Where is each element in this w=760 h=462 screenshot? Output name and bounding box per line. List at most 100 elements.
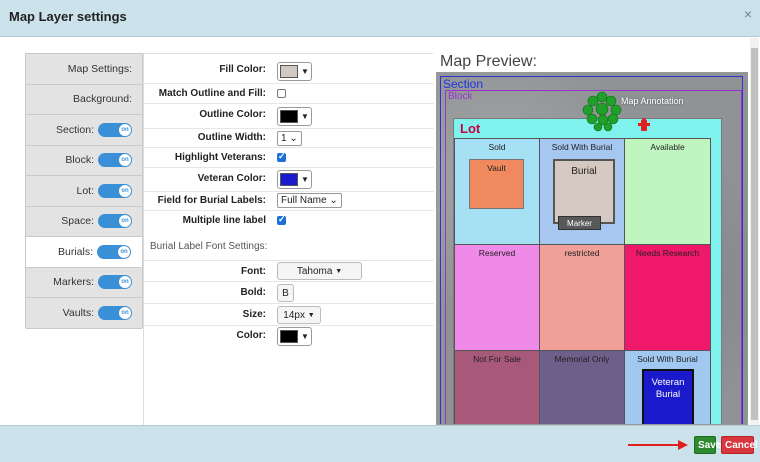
veteran-label-line1: Veteran xyxy=(651,377,685,388)
font-label: Font: xyxy=(241,266,266,277)
tab-space[interactable]: Space: on xyxy=(26,206,142,237)
highlight-veterans-row: Highlight Veterans: xyxy=(144,148,434,168)
space-cell: Sold With Burial Burial Marker xyxy=(539,138,625,245)
outline-width-select[interactable]: 1 ⌄ xyxy=(277,131,302,146)
fill-color-swatch xyxy=(280,65,298,78)
cancel-button[interactable]: Cancel xyxy=(721,436,758,454)
font-value: Tahoma xyxy=(296,265,333,277)
save-button[interactable]: Save xyxy=(694,436,721,454)
tab-label: Map Settings: xyxy=(67,62,132,75)
lot-area: Lot Sold Vault Sold With Burial Burial M… xyxy=(453,118,722,424)
tab-label: Burials: xyxy=(57,245,93,258)
caret-down-icon: ▼ xyxy=(301,175,309,184)
chevron-down-icon: ⌄ xyxy=(329,195,338,206)
map-preview-title: Map Preview: xyxy=(440,53,537,70)
bold-row: Bold: B xyxy=(144,282,434,304)
map-annotation-text: Map Annotation xyxy=(621,96,684,106)
font-color-swatch xyxy=(280,330,298,343)
caret-down-icon: ▼ xyxy=(335,267,343,275)
burial-label: Burial xyxy=(571,166,597,177)
caret-down-icon: ▼ xyxy=(301,112,309,121)
outline-color-picker[interactable]: ▼ xyxy=(277,107,312,126)
size-row: Size: 14px ▼ xyxy=(144,304,434,326)
section-toggle[interactable]: on xyxy=(98,122,132,137)
font-row: Font: Tahoma ▼ xyxy=(144,260,434,282)
tab-label: Space: xyxy=(61,215,94,228)
highlight-veterans-label: Highlight Veterans: xyxy=(174,152,266,163)
field-burial-labels-select[interactable]: Full Name ⌄ xyxy=(277,193,342,208)
outline-color-row: Outline Color: ▼ xyxy=(144,104,434,129)
fill-color-row: Fill Color: ▼ xyxy=(144,58,434,84)
space-label: Needs Research xyxy=(635,248,700,258)
outline-width-value: 1 xyxy=(281,133,287,144)
match-outline-label: Match Outline and Fill: xyxy=(158,88,266,99)
caret-down-icon: ▼ xyxy=(307,311,315,319)
field-burial-labels-label: Field for Burial Labels: xyxy=(157,195,266,206)
space-label: Sold With Burial xyxy=(637,354,698,364)
close-icon[interactable]: × xyxy=(744,6,752,22)
tab-lot[interactable]: Lot: on xyxy=(26,176,142,207)
tab-section[interactable]: Section: on xyxy=(26,115,142,146)
outline-color-swatch xyxy=(280,110,298,123)
scrollbar-thumb[interactable] xyxy=(751,48,758,420)
bold-label: Bold: xyxy=(240,287,266,298)
match-outline-row: Match Outline and Fill: xyxy=(144,84,434,104)
toggle-knob: on xyxy=(119,154,131,167)
space-label: restricted xyxy=(564,248,600,258)
font-color-row: Color: ▼ xyxy=(144,326,434,350)
outline-color-label: Outline Color: xyxy=(199,109,266,120)
size-label: Size: xyxy=(242,309,266,320)
lot-label: Lot xyxy=(460,121,481,136)
font-settings-heading: Burial Label Font Settings: xyxy=(150,241,268,252)
block-toggle[interactable]: on xyxy=(98,153,132,168)
space-toggle[interactable]: on xyxy=(98,214,132,229)
tab-background[interactable]: Background: xyxy=(26,84,142,115)
tab-label: Background: xyxy=(73,93,132,106)
toggle-knob: on xyxy=(119,215,131,228)
tab-burials[interactable]: Burials: on xyxy=(26,237,142,268)
space-label: Sold xyxy=(488,142,506,152)
veteran-color-picker[interactable]: ▼ xyxy=(277,170,312,189)
toggle-knob: on xyxy=(119,123,131,136)
tab-vaults[interactable]: Vaults: on xyxy=(26,298,142,329)
space-cell: Not For Sale xyxy=(454,350,540,424)
veteran-color-swatch xyxy=(280,173,298,186)
font-dropdown[interactable]: Tahoma ▼ xyxy=(277,262,362,280)
match-outline-checkbox[interactable] xyxy=(277,89,286,98)
highlight-veterans-checkbox[interactable] xyxy=(277,151,286,162)
space-label: Reserved xyxy=(478,248,516,258)
toggle-knob: on xyxy=(119,184,131,197)
map-preview: Section Block Lot Sold Vault Sold With B… xyxy=(436,72,748,425)
vaults-toggle[interactable]: on xyxy=(98,305,132,320)
bold-toggle-button[interactable]: B xyxy=(277,284,294,302)
markers-toggle[interactable]: on xyxy=(98,275,132,290)
dialog-footer: Save Cancel xyxy=(0,425,760,462)
burials-toggle[interactable]: on xyxy=(97,244,131,259)
multiple-line-row: Multiple line label xyxy=(144,211,434,231)
tab-markers[interactable]: Markers: on xyxy=(26,267,142,298)
font-color-picker[interactable]: ▼ xyxy=(277,327,312,346)
space-cell: Available xyxy=(624,138,711,245)
toggle-knob: on xyxy=(119,306,131,319)
tree-icon xyxy=(582,91,622,132)
font-color-label: Color: xyxy=(236,330,266,341)
space-label: Available xyxy=(650,142,685,152)
tab-block[interactable]: Block: on xyxy=(26,145,142,176)
lot-toggle[interactable]: on xyxy=(98,183,132,198)
hydrant-icon xyxy=(638,118,650,131)
dialog-titlebar: Map Layer settings × xyxy=(0,0,760,37)
size-dropdown[interactable]: 14px ▼ xyxy=(277,306,321,324)
outline-width-label: Outline Width: xyxy=(197,132,266,143)
space-cell: Sold With Burial Veteran Burial xyxy=(624,350,711,424)
tab-label: Vaults: xyxy=(62,306,94,319)
block-label: Block xyxy=(448,91,473,102)
veteran-color-label: Veteran Color: xyxy=(197,173,266,184)
tab-map-settings[interactable]: Map Settings: xyxy=(26,54,142,85)
veteran-color-row: Veteran Color: ▼ xyxy=(144,168,434,192)
marker-label: Marker xyxy=(567,219,592,228)
fill-color-picker[interactable]: ▼ xyxy=(277,62,312,81)
chevron-down-icon: ⌄ xyxy=(289,133,298,144)
tab-label: Block: xyxy=(65,154,94,167)
multiple-line-checkbox[interactable] xyxy=(277,214,286,225)
caret-down-icon: ▼ xyxy=(301,332,309,341)
